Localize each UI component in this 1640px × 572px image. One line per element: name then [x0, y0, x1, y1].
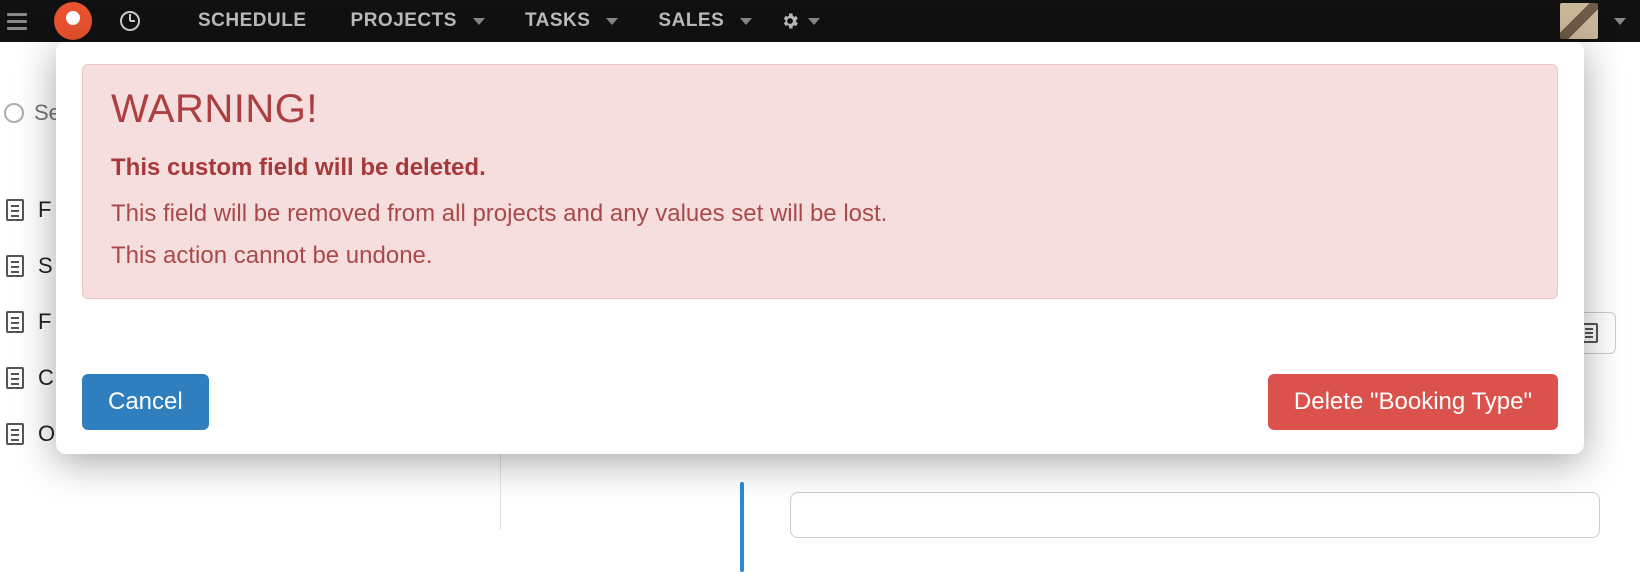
sidebar-item-label: F [38, 309, 51, 335]
document-icon [6, 199, 24, 221]
caret-down-icon[interactable] [606, 18, 618, 25]
navbar-right [1560, 3, 1640, 39]
warning-line: This action cannot be undone. [111, 242, 1529, 270]
warning-alert: WARNING! This custom field will be delet… [82, 64, 1558, 299]
user-avatar[interactable] [1560, 3, 1598, 39]
caret-down-icon[interactable] [473, 18, 485, 25]
caret-down-icon[interactable] [740, 18, 752, 25]
warning-title: WARNING! [111, 87, 1529, 132]
content-field[interactable] [790, 492, 1600, 538]
nav-sales[interactable]: SALES [636, 0, 746, 42]
app-logo[interactable] [54, 2, 92, 40]
nav-schedule[interactable]: SCHEDULE [176, 0, 329, 42]
warning-line: This field will be removed from all proj… [111, 200, 1529, 228]
cancel-button[interactable]: Cancel [82, 374, 209, 430]
clock-icon [4, 103, 24, 123]
sidebar-item-label: F [38, 197, 51, 223]
caret-down-icon[interactable] [808, 18, 820, 25]
caret-down-icon[interactable] [1614, 18, 1626, 25]
clock-icon[interactable] [120, 11, 140, 31]
modal-footer: Cancel Delete "Booking Type" [82, 342, 1558, 430]
delete-button[interactable]: Delete "Booking Type" [1268, 374, 1558, 430]
document-icon [6, 367, 24, 389]
nav-items: SCHEDULE PROJECTS TASKS SALES [176, 0, 838, 42]
nav-projects[interactable]: PROJECTS [329, 0, 479, 42]
document-icon [6, 423, 24, 445]
document-icon [6, 311, 24, 333]
document-icon [6, 255, 24, 277]
delete-warning-modal: WARNING! This custom field will be delet… [56, 42, 1584, 454]
warning-strong-line: This custom field will be deleted. [111, 154, 1529, 182]
nav-tasks[interactable]: TASKS [503, 0, 612, 42]
menu-icon[interactable] [0, 0, 34, 42]
sidebar-item-label: C [38, 365, 54, 391]
sidebar-item-label: S [38, 253, 53, 279]
gear-icon[interactable] [780, 11, 800, 31]
top-navbar: SCHEDULE PROJECTS TASKS SALES [0, 0, 1640, 42]
active-indicator [740, 482, 744, 572]
